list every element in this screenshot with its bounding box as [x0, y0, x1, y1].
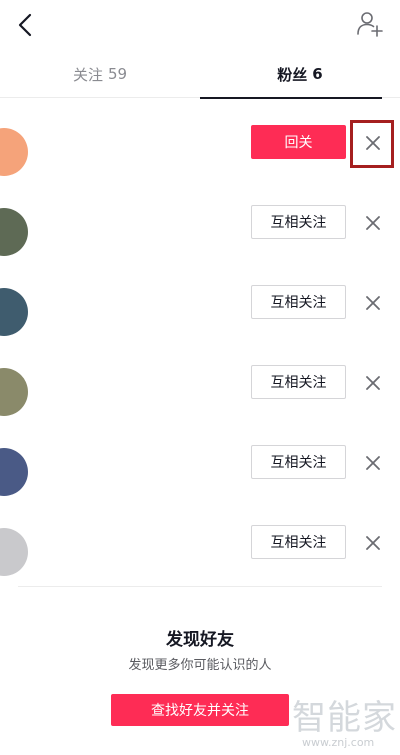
avatar[interactable]: [0, 288, 28, 336]
close-icon: [366, 296, 380, 310]
active-tab-indicator: [200, 97, 382, 99]
tab-following-label: 关注: [72, 65, 103, 84]
discover-friends-subtitle: 发现更多你可能认识的人: [128, 658, 272, 673]
tab-fans[interactable]: 粉丝 6: [200, 50, 400, 99]
close-icon: [366, 456, 380, 470]
remove-fan-button[interactable]: [362, 372, 384, 394]
close-icon: [366, 216, 380, 230]
tab-following-count: 59: [107, 65, 128, 83]
watermark: 智能家 www.znj.com: [290, 690, 400, 755]
tab-bar: 关注 59 粉丝 6: [0, 50, 400, 99]
mutual-follow-button[interactable]: 互相关注: [251, 365, 346, 399]
remove-fan-button[interactable]: [362, 452, 384, 474]
remove-fan-button[interactable]: [362, 292, 384, 314]
discover-friends-title: 发现好友: [166, 630, 234, 650]
fan-row: 互相关注: [0, 267, 400, 347]
avatar[interactable]: [0, 208, 28, 256]
avatar[interactable]: [0, 128, 28, 176]
remove-fan-button[interactable]: [362, 532, 384, 554]
mutual-follow-button[interactable]: 互相关注: [251, 445, 346, 479]
fan-row: 互相关注: [0, 507, 400, 587]
follow-back-button[interactable]: 回关: [251, 125, 346, 159]
close-icon: [366, 376, 380, 390]
find-friends-button[interactable]: 查找好友并关注: [111, 694, 289, 726]
tab-following[interactable]: 关注 59: [0, 50, 200, 98]
fan-row: 回关: [0, 107, 400, 187]
chevron-left-icon: [18, 13, 32, 37]
top-bar: [0, 0, 400, 50]
back-button[interactable]: [8, 6, 44, 42]
tab-fans-count: 6: [312, 65, 323, 83]
avatar[interactable]: [0, 528, 28, 576]
tab-fans-label: 粉丝: [277, 65, 308, 84]
close-icon: [366, 536, 380, 550]
avatar[interactable]: [0, 448, 28, 496]
add-user-icon: [357, 12, 383, 37]
fan-row: 互相关注: [0, 427, 400, 507]
watermark-url: www.znj.com: [302, 736, 375, 749]
add-friend-button[interactable]: [352, 6, 388, 42]
remove-fan-button[interactable]: [362, 212, 384, 234]
mutual-follow-button[interactable]: 互相关注: [251, 285, 346, 319]
watermark-logo-text: 智能家: [292, 698, 397, 738]
fan-row: 互相关注: [0, 347, 400, 427]
mutual-follow-button[interactable]: 互相关注: [251, 205, 346, 239]
avatar[interactable]: [0, 368, 28, 416]
section-divider: [18, 586, 382, 587]
fan-row: 互相关注: [0, 187, 400, 267]
highlight-annotation-box: [350, 120, 394, 168]
mutual-follow-button[interactable]: 互相关注: [251, 525, 346, 559]
